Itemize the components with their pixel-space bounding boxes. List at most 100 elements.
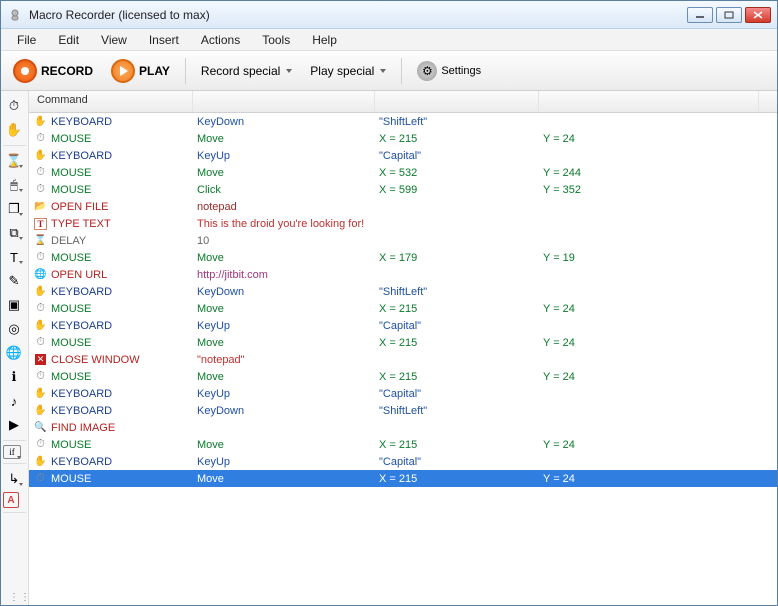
table-row[interactable]: KEYBOARDKeyDown"ShiftLeft" xyxy=(29,113,777,130)
menu-help[interactable]: Help xyxy=(302,31,347,49)
sidebar-image-icon[interactable]: ▣ xyxy=(3,294,25,316)
table-row[interactable]: MOUSEMoveX = 532Y = 244 xyxy=(29,164,777,181)
table-row[interactable]: KEYBOARDKeyUp"Capital" xyxy=(29,317,777,334)
command-list[interactable]: KEYBOARDKeyDown"ShiftLeft"MOUSEMoveX = 2… xyxy=(29,113,777,605)
cell-param3: Y = 24 xyxy=(539,337,777,349)
cell-param3: Y = 352 xyxy=(539,184,777,196)
menu-actions[interactable]: Actions xyxy=(191,31,250,49)
table-row[interactable]: DELAY10 xyxy=(29,232,777,249)
cell-param3: Y = 24 xyxy=(539,473,777,485)
sidebar-hand-icon[interactable]: ✋ xyxy=(3,119,25,141)
cell-param1: KeyDown xyxy=(193,116,375,128)
table-row[interactable]: KEYBOARDKeyUp"Capital" xyxy=(29,453,777,470)
table-row[interactable]: MOUSEClickX = 599Y = 352 xyxy=(29,181,777,198)
cell-param1: This is the droid you're looking for! xyxy=(193,218,375,230)
sidebar-eyedropper-icon[interactable]: ✎ xyxy=(3,270,25,292)
menu-file[interactable]: File xyxy=(7,31,46,49)
sidebar-text-icon[interactable]: T xyxy=(3,246,25,268)
stopwatch-icon xyxy=(33,369,48,384)
cell-command: MOUSE xyxy=(29,131,193,146)
command-name: OPEN URL xyxy=(51,269,107,281)
table-row[interactable]: KEYBOARDKeyDown"ShiftLeft" xyxy=(29,402,777,419)
table-row[interactable]: MOUSEMoveX = 215Y = 24 xyxy=(29,130,777,147)
table-row[interactable]: MOUSEMoveX = 215Y = 24 xyxy=(29,368,777,385)
table-row[interactable]: MOUSEMoveX = 215Y = 24 xyxy=(29,334,777,351)
command-name: KEYBOARD xyxy=(51,405,112,417)
cell-param1: KeyUp xyxy=(193,388,375,400)
stopwatch-icon xyxy=(33,131,48,146)
minimize-button[interactable] xyxy=(687,7,713,23)
table-row[interactable]: FIND IMAGE xyxy=(29,419,777,436)
settings-button[interactable]: ⚙ Settings xyxy=(411,58,487,84)
column-2[interactable] xyxy=(193,91,375,112)
cell-param1: 10 xyxy=(193,235,375,247)
menu-view[interactable]: View xyxy=(91,31,137,49)
cell-param1: Move xyxy=(193,303,375,315)
cell-command: FIND IMAGE xyxy=(29,420,193,435)
table-row[interactable]: OPEN FILEnotepad xyxy=(29,198,777,215)
command-name: TYPE TEXT xyxy=(51,218,111,230)
cell-command: KEYBOARD xyxy=(29,284,193,299)
play-special-dropdown[interactable]: Play special xyxy=(304,61,392,81)
close-button[interactable] xyxy=(745,7,771,23)
sidebar-target-icon[interactable]: ◎ xyxy=(3,318,25,340)
cell-param1: KeyUp xyxy=(193,150,375,162)
cell-param2: "Capital" xyxy=(375,320,539,332)
table-row[interactable]: OPEN URLhttp://jitbit.com xyxy=(29,266,777,283)
column-3[interactable] xyxy=(375,91,539,112)
column-command[interactable]: Command xyxy=(29,91,193,112)
sidebar-if-icon[interactable]: if xyxy=(3,445,21,459)
sidebar-mouse-icon[interactable]: 🖱 xyxy=(3,174,25,196)
play-label: PLAY xyxy=(139,64,170,78)
command-name: MOUSE xyxy=(51,473,91,485)
menu-insert[interactable]: Insert xyxy=(139,31,189,49)
stopwatch-icon xyxy=(33,182,48,197)
play-button[interactable]: PLAY xyxy=(105,56,176,86)
cell-param1: Move xyxy=(193,371,375,383)
sidebar-arrow-icon[interactable]: ↳ xyxy=(3,468,25,490)
cell-command: KEYBOARD xyxy=(29,148,193,163)
table-row[interactable]: TYPE TEXT This is the droid you're lookin… xyxy=(29,215,777,232)
table-row[interactable]: MOUSEMoveX = 215Y = 24 xyxy=(29,470,777,487)
table-row[interactable]: KEYBOARDKeyUp"Capital" xyxy=(29,385,777,402)
sidebar-info-icon[interactable]: ℹ xyxy=(3,366,25,388)
hand-icon xyxy=(33,114,48,129)
sidebar-stopwatch-icon[interactable]: ⏱ xyxy=(3,95,25,117)
hand-icon xyxy=(33,386,48,401)
menu-edit[interactable]: Edit xyxy=(48,31,89,49)
sidebar-copy-icon[interactable]: ⧉ xyxy=(3,222,25,244)
globe-icon xyxy=(33,267,48,282)
cell-param2: X = 215 xyxy=(375,337,539,349)
sidebar-hourglass-icon[interactable]: ⌛ xyxy=(3,150,25,172)
column-4[interactable] xyxy=(539,91,759,112)
record-special-dropdown[interactable]: Record special xyxy=(195,61,298,81)
maximize-button[interactable] xyxy=(716,7,742,23)
table-row[interactable]: MOUSEMoveX = 215Y = 24 xyxy=(29,300,777,317)
menu-tools[interactable]: Tools xyxy=(252,31,300,49)
sidebar-music-icon[interactable]: ♪ xyxy=(3,390,25,412)
sidebar-play-square-icon[interactable]: ▶ xyxy=(3,414,25,436)
table-row[interactable]: KEYBOARDKeyDown"ShiftLeft" xyxy=(29,283,777,300)
sidebar-separator xyxy=(3,145,26,146)
table-row[interactable]: MOUSEMoveX = 179Y = 19 xyxy=(29,249,777,266)
cell-param1: KeyUp xyxy=(193,320,375,332)
content-area: ⏱✋⌛🖱❐⧉T✎▣◎🌐ℹ♪▶if↳A⋮⋮ Command KEYBOARDKey… xyxy=(1,91,777,605)
sidebar-globe-icon[interactable]: 🌐 xyxy=(3,342,25,364)
cell-command: KEYBOARD xyxy=(29,386,193,401)
cell-param1: KeyUp xyxy=(193,456,375,468)
cell-param1: Move xyxy=(193,133,375,145)
cell-param1: KeyDown xyxy=(193,405,375,417)
table-row[interactable]: KEYBOARDKeyUp"Capital" xyxy=(29,147,777,164)
table-row[interactable]: MOUSEMoveX = 215Y = 24 xyxy=(29,436,777,453)
sidebar-window-icon[interactable]: ❐ xyxy=(3,198,25,220)
app-window: Macro Recorder (licensed to max) FileEdi… xyxy=(0,0,778,606)
window-controls xyxy=(687,7,771,23)
sidebar-letter-a-icon[interactable]: A xyxy=(3,492,19,508)
record-button[interactable]: RECORD xyxy=(7,56,99,86)
command-name: KEYBOARD xyxy=(51,456,112,468)
record-special-label: Record special xyxy=(201,64,280,78)
table-row[interactable]: CLOSE WINDOW"notepad" xyxy=(29,351,777,368)
main-panel: Command KEYBOARDKeyDown"ShiftLeft"MOUSEM… xyxy=(29,91,777,605)
sidebar-grip-icon[interactable]: ⋮⋮ xyxy=(9,592,31,603)
app-icon xyxy=(7,7,23,23)
